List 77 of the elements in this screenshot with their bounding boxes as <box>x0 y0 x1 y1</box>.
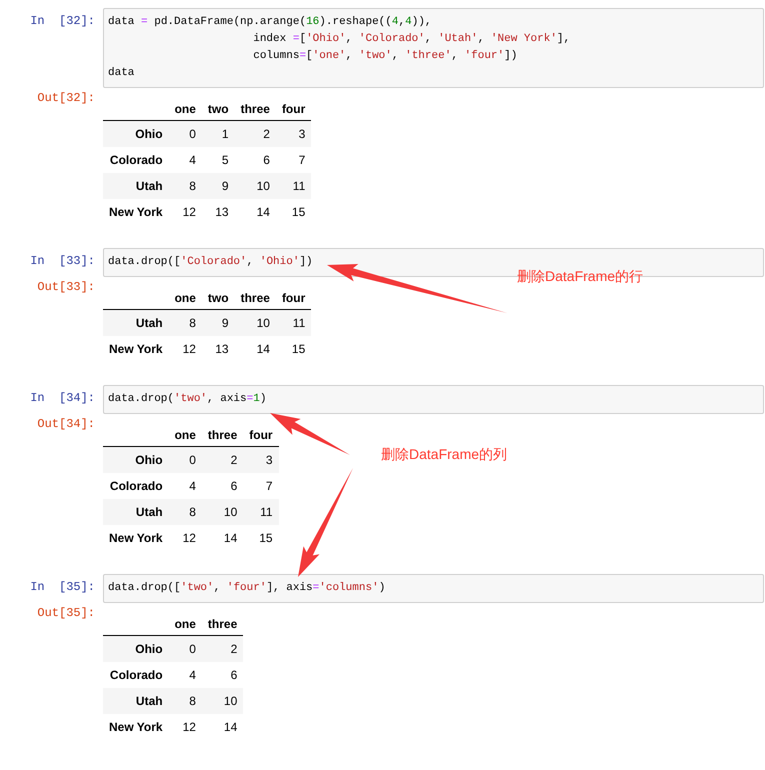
row-index: Colorado <box>103 147 169 173</box>
annotation-text: 删除DataFrame的列 <box>381 446 508 464</box>
row-index: Colorado <box>103 473 169 499</box>
table-cell: 3 <box>276 120 312 147</box>
code-cell[interactable]: data = pd.DataFrame(np.arange(16).reshape((4,4)), index =['Ohio', 'Colorado', 'Utah', 'New York'], columns=['one', 'two', 'three', 'four']) data <box>103 8 764 88</box>
table-cell: 12 <box>168 525 202 551</box>
table-cell: 10 <box>234 310 276 336</box>
table-cell: 15 <box>276 336 312 362</box>
table-cell: 6 <box>234 147 276 173</box>
table-cell: 14 <box>202 714 244 740</box>
input-prompt: In [35]: <box>30 580 95 594</box>
code-line: data.drop(['two', 'four'], axis='columns') <box>108 581 386 596</box>
table-cell: 12 <box>168 714 202 740</box>
output-prompt: Out[35]: <box>37 606 95 620</box>
input-prompt: In [34]: <box>30 391 95 405</box>
table-cell: 10 <box>202 688 244 714</box>
table-cell: 4 <box>168 147 202 173</box>
table-cell: 10 <box>202 499 244 525</box>
row-index: Ohio <box>103 636 169 662</box>
table-cell: 6 <box>202 473 244 499</box>
table-cell: 2 <box>202 446 244 473</box>
table-cell: 11 <box>276 310 312 336</box>
table-cell: 4 <box>168 473 202 499</box>
table-cell: 8 <box>168 688 202 714</box>
code-line: data = pd.DataFrame(np.arange(16).reshape((4,4)), <box>108 15 432 30</box>
output-prompt: Out[32]: <box>37 91 95 105</box>
table-cell: 13 <box>202 199 235 225</box>
output-prompt: Out[34]: <box>37 417 95 431</box>
row-index: Utah <box>103 688 169 714</box>
table-cell: 7 <box>276 147 312 173</box>
table-cell: 6 <box>202 662 244 688</box>
code-line: data.drop('two', axis=1) <box>108 392 266 407</box>
table-cell: 8 <box>168 499 202 525</box>
table-cell: 2 <box>202 636 244 662</box>
table-cell: 14 <box>202 525 244 551</box>
table-cell: 8 <box>168 310 202 336</box>
row-index: Utah <box>103 310 169 336</box>
table-cell: 4 <box>168 662 202 688</box>
table-cell: 13 <box>202 336 235 362</box>
row-index: Utah <box>103 173 169 199</box>
table-cell: 12 <box>168 199 202 225</box>
code-cell[interactable]: data.drop(['two', 'four'], axis='columns') <box>103 574 764 603</box>
row-index: New York <box>103 199 169 225</box>
code-line: index =['Ohio', 'Colorado', 'Utah', 'New York'], <box>252 32 570 47</box>
code-line: data.drop(['Colorado', 'Ohio']) <box>108 255 313 270</box>
code-cell[interactable]: data.drop('two', axis=1) <box>103 385 764 414</box>
table-cell: 12 <box>168 336 202 362</box>
row-index: Colorado <box>103 662 169 688</box>
table-cell: 9 <box>202 310 235 336</box>
table-cell: 11 <box>276 173 312 199</box>
table-cell: 0 <box>168 446 202 473</box>
code-line: columns=['one', 'two', 'three', 'four']) <box>252 49 518 64</box>
output-prompt: Out[33]: <box>37 280 95 294</box>
row-index: Utah <box>103 499 169 525</box>
table-cell: 15 <box>276 199 312 225</box>
table-cell: 1 <box>202 120 235 147</box>
input-prompt: In [32]: <box>30 14 95 28</box>
row-index: New York <box>103 336 169 362</box>
table-cell: 14 <box>234 336 276 362</box>
table-cell: 11 <box>243 499 279 525</box>
row-index: New York <box>103 714 169 740</box>
row-index: Ohio <box>103 446 169 473</box>
row-index: New York <box>103 525 169 551</box>
table-cell: 15 <box>243 525 279 551</box>
row-index: Ohio <box>103 120 169 147</box>
table-cell: 9 <box>202 173 235 199</box>
table-cell: 10 <box>234 173 276 199</box>
table-cell: 7 <box>243 473 279 499</box>
table-cell: 0 <box>168 120 202 147</box>
table-cell: 0 <box>168 636 202 662</box>
code-line: data <box>108 66 134 81</box>
table-cell: 3 <box>243 446 279 473</box>
table-cell: 8 <box>168 173 202 199</box>
input-prompt: In [33]: <box>30 254 95 268</box>
table-cell: 2 <box>234 120 276 147</box>
table-cell: 5 <box>202 147 235 173</box>
table-cell: 14 <box>234 199 276 225</box>
